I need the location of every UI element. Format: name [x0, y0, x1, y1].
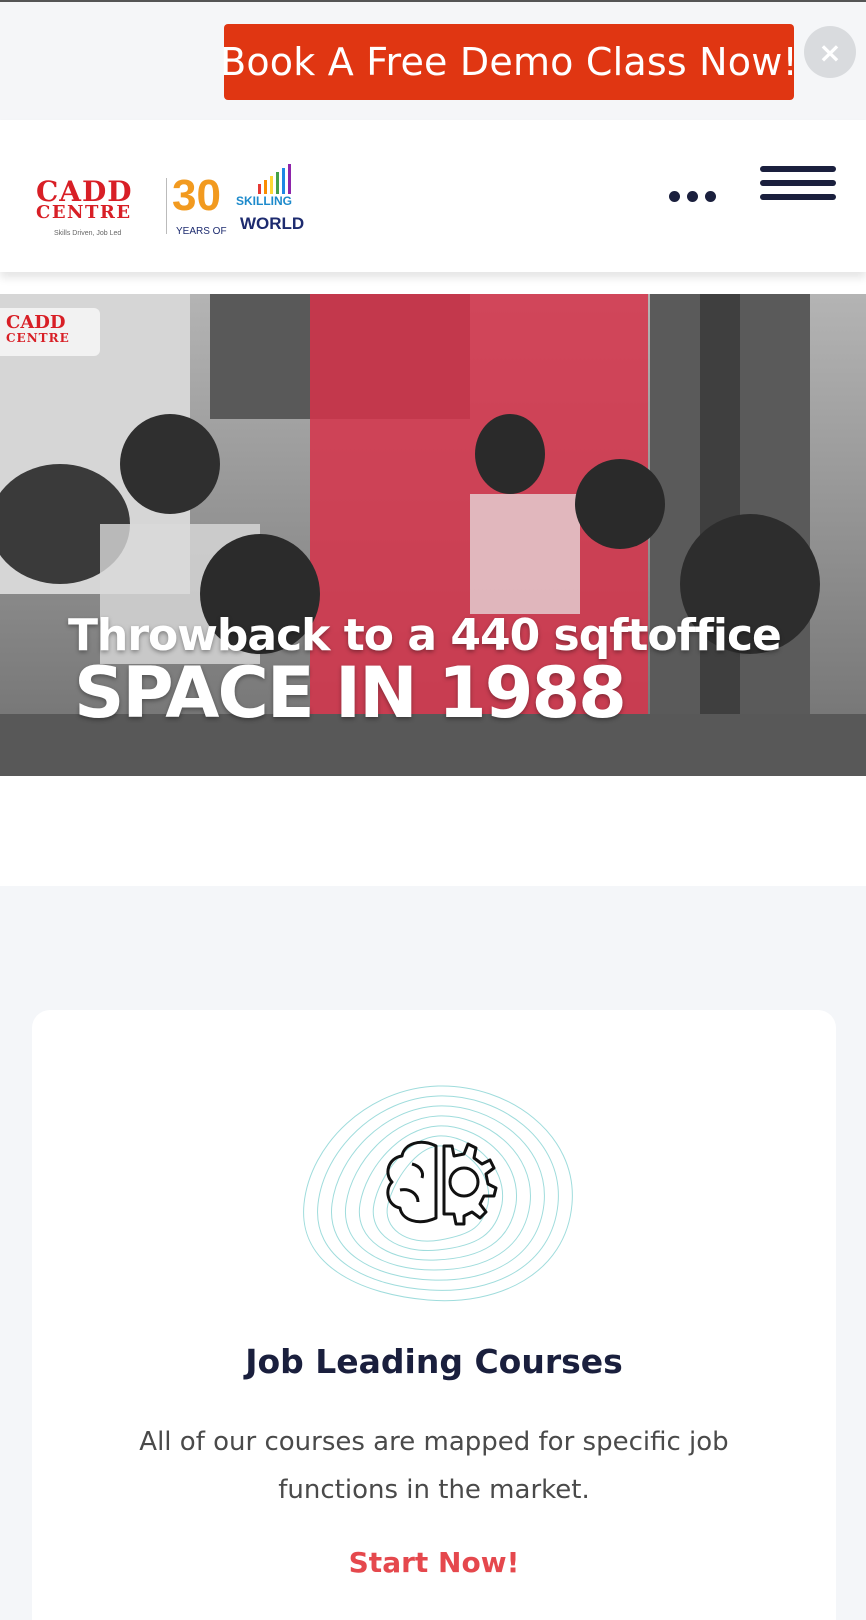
hero-caption-line2: SPACE IN 1988: [74, 652, 627, 734]
logo-bars-icon: [258, 164, 291, 194]
page: Book A Free Demo Class Now! × CADD CENTR…: [0, 0, 866, 1620]
feature-card: Job Leading Courses All of our courses a…: [32, 1010, 836, 1620]
more-dots-icon: [668, 190, 680, 202]
more-options-button[interactable]: [664, 174, 720, 218]
logo-skilling-text: SKILLING: [236, 194, 292, 208]
book-demo-button[interactable]: Book A Free Demo Class Now!: [220, 24, 798, 100]
logo-divider: [166, 178, 167, 234]
hamburger-menu-icon: [760, 166, 836, 172]
promo-bar: Book A Free Demo Class Now! ×: [0, 2, 866, 120]
close-promo-button[interactable]: ×: [804, 26, 856, 78]
logo-tagline: Skills Driven, Job Led: [54, 230, 122, 237]
start-now-link[interactable]: Start Now!: [32, 1546, 836, 1579]
logo-world-text: WORLD: [240, 214, 305, 233]
logo-years-text: YEARS OF: [176, 226, 227, 237]
feature-title: Job Leading Courses: [245, 1342, 623, 1381]
brain-gear-icon: [303, 1085, 573, 1302]
hero-banner[interactable]: CADD CENTRE Throwback to a 440 sqftoffic…: [0, 294, 866, 776]
features-section: Job Leading Courses All of our courses a…: [0, 886, 866, 1620]
logo-brand: CADD CENTRE: [36, 175, 133, 223]
hero-logo-badge: CADD CENTRE: [0, 308, 100, 356]
site-header: CADD CENTRE Skills Driven, Job Led 30 YE…: [0, 120, 866, 272]
feature-description: All of our courses are mapped for specif…: [139, 1427, 729, 1505]
close-icon: ×: [818, 35, 842, 69]
cadd-centre-logo[interactable]: CADD CENTRE Skills Driven, Job Led 30 YE…: [36, 164, 306, 244]
hamburger-menu-button[interactable]: [760, 166, 836, 210]
logo-anniversary-number: 30: [172, 171, 221, 220]
